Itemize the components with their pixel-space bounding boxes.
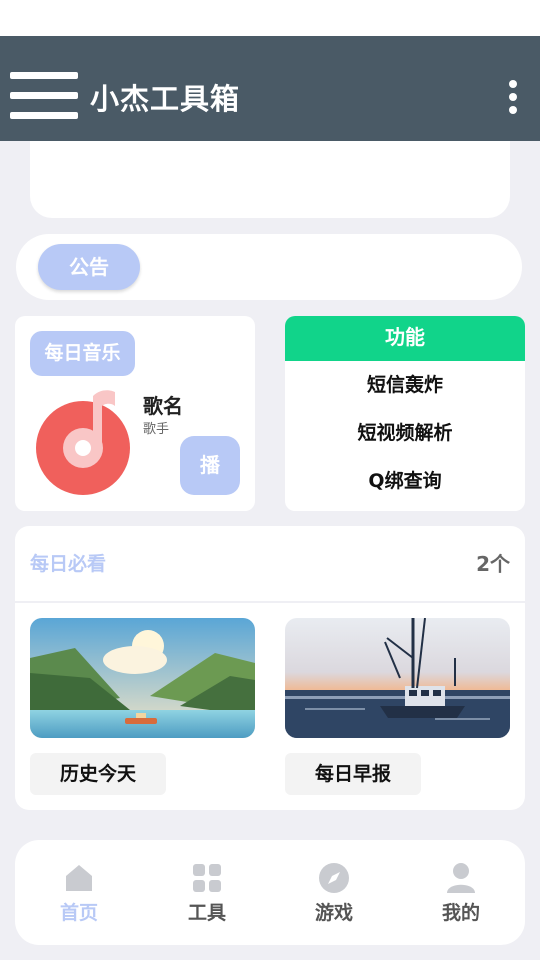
tab-mine[interactable]: 我的 <box>421 862 501 925</box>
app-bar: 小杰工具箱 <box>0 36 540 141</box>
bottom-tab-bar: 首页 工具 游戏 我的 <box>15 840 525 945</box>
tab-home-label: 首页 <box>59 902 98 924</box>
banner-card <box>30 141 510 218</box>
compass-icon <box>318 862 350 894</box>
daily-music-tag: 每日音乐 <box>30 331 135 376</box>
music-note-icon <box>36 390 130 495</box>
tab-games[interactable]: 游戏 <box>294 862 374 925</box>
app-title: 小杰工具箱 <box>90 82 241 116</box>
function-item-sms[interactable]: 短信轰炸 <box>285 361 525 409</box>
daily-music-card: 每日音乐 歌名 歌手 播 <box>15 316 255 511</box>
notice-button[interactable]: 公告 <box>38 244 140 290</box>
function-header: 功能 <box>285 316 525 361</box>
more-options-icon[interactable] <box>504 80 524 114</box>
daily-must-see-card: 每日必看 2个 历史今天 每日早报 <box>15 526 525 810</box>
home-icon <box>63 862 95 894</box>
tab-home[interactable]: 首页 <box>39 862 119 925</box>
function-card: 功能 短信轰炸 短视频解析 Q绑查询 <box>285 316 525 511</box>
tab-tools[interactable]: 工具 <box>167 862 247 925</box>
daily-count: 2个 <box>476 552 510 576</box>
singer-name: 歌手 <box>143 422 170 437</box>
status-bar <box>0 0 540 36</box>
tab-mine-label: 我的 <box>441 902 480 924</box>
history-today-image[interactable] <box>30 618 255 738</box>
song-name: 歌名 <box>143 394 183 418</box>
daily-news-label[interactable]: 每日早报 <box>285 753 422 795</box>
daily-title: 每日必看 <box>30 553 107 575</box>
divider <box>15 601 525 603</box>
tab-games-label: 游戏 <box>314 902 353 924</box>
notice-bar: 公告 <box>16 234 522 300</box>
menu-icon[interactable] <box>10 72 80 120</box>
grid-icon <box>191 862 223 894</box>
daily-news-image[interactable] <box>285 618 510 738</box>
history-today-label[interactable]: 历史今天 <box>30 753 167 795</box>
function-item-video-parse[interactable]: 短视频解析 <box>285 409 525 457</box>
function-item-q-lookup[interactable]: Q绑查询 <box>285 457 525 505</box>
play-button[interactable]: 播 <box>180 436 240 495</box>
user-icon <box>445 862 477 894</box>
tab-tools-label: 工具 <box>187 902 226 924</box>
